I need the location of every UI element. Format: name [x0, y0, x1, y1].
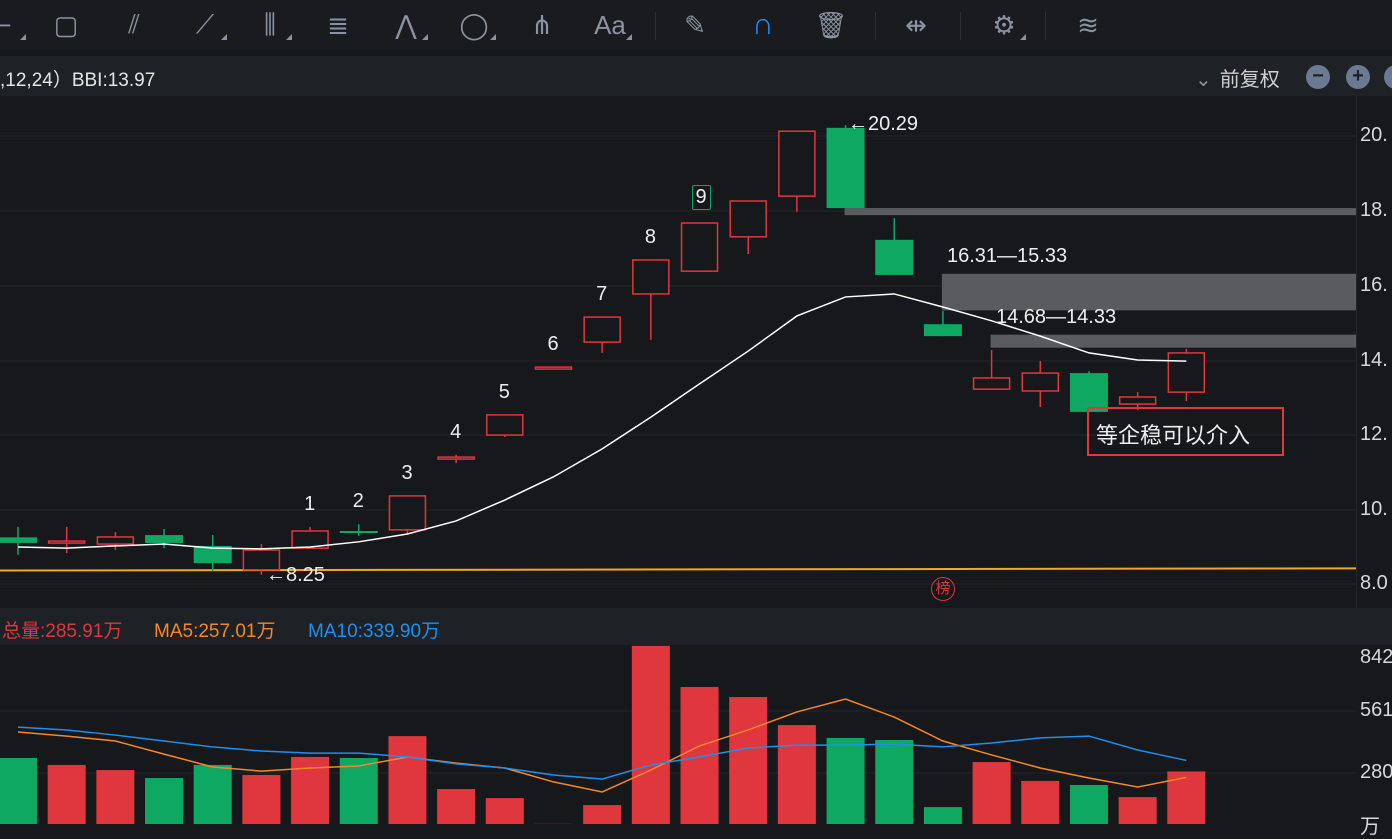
axis-divider: [1356, 96, 1357, 608]
candle-body: [0, 537, 37, 543]
sequence-count: 1: [304, 493, 315, 516]
ma10-volume: MA10:339.90万: [308, 616, 440, 643]
volume-bar: [729, 697, 767, 824]
candle-body: [682, 223, 718, 271]
candle-body: [924, 324, 962, 336]
low-label: ←8.25: [266, 564, 325, 587]
volume-bar: [1070, 785, 1108, 824]
volume-bar: [486, 798, 524, 824]
candle-body: [535, 367, 571, 369]
volume-tick: 842: [1360, 646, 1392, 669]
volume-bar: [0, 758, 37, 824]
sequence-count: 7: [596, 283, 607, 306]
price-tick: 10.: [1360, 498, 1388, 521]
volume-tick: 280: [1360, 761, 1392, 784]
volume-bar: [340, 758, 378, 824]
price-tick: 12.: [1360, 423, 1388, 446]
sequence-count: 6: [547, 333, 558, 356]
volume-bar: [242, 775, 280, 824]
total-volume: 总量:285.91万: [2, 616, 122, 643]
volume-bar: [875, 740, 913, 824]
volume-bar: [681, 687, 719, 824]
candle-body: [145, 535, 183, 543]
candle-body: [438, 457, 474, 459]
candle-body: [97, 537, 133, 544]
candle-body: [340, 531, 378, 533]
sequence-count: 9: [692, 185, 711, 210]
candle-body: [974, 378, 1010, 389]
resistance-zone: [942, 274, 1356, 311]
candle-body: [1120, 397, 1156, 404]
volume-bar: [973, 762, 1011, 824]
candle-body: [49, 541, 85, 543]
sequence-count: 3: [401, 462, 412, 485]
candle-body: [584, 317, 620, 342]
note-annotation[interactable]: 等企稳可以介入: [1087, 407, 1284, 456]
sequence-count: 5: [499, 381, 510, 404]
volume-bar: [778, 725, 816, 824]
resistance-zone: [991, 335, 1356, 348]
candle-body: [1022, 373, 1058, 391]
candle-body: [389, 496, 425, 530]
volume-bar: [388, 736, 426, 824]
volume-bar: [48, 765, 86, 824]
price-tick: 8.0: [1360, 572, 1388, 595]
support-line: [0, 568, 1356, 570]
candle-body: [730, 201, 766, 237]
candle-body: [487, 415, 523, 435]
volume-bar: [1021, 781, 1059, 824]
candle-body: [827, 128, 865, 208]
zone1-label: 16.31—15.33: [947, 245, 1067, 268]
candle-body: [633, 260, 669, 294]
volume-bar: [96, 770, 134, 824]
sequence-count: 8: [645, 226, 656, 249]
candle-body: [779, 131, 815, 196]
volume-bar: [437, 789, 475, 824]
sequence-count: 4: [450, 421, 461, 444]
volume-bar: [145, 778, 183, 824]
volume-bar: [827, 738, 865, 824]
volume-bar: [924, 807, 962, 824]
price-tick: 18.: [1360, 199, 1388, 222]
price-tick: 16.: [1360, 274, 1388, 297]
candle-body: [1168, 353, 1204, 392]
zone2-label: 14.68—14.33: [996, 306, 1116, 329]
volume-bar: [194, 765, 232, 824]
sequence-count: 2: [353, 490, 364, 513]
volume-bar: [632, 646, 670, 824]
high-label: ←20.29: [848, 113, 918, 136]
resistance-zone: [845, 208, 1356, 215]
volume-header: 总量:285.91万 MA5:257.01万 MA10:339.90万: [0, 608, 1392, 645]
price-tick: 20.: [1360, 124, 1388, 147]
ma5-volume: MA5:257.01万: [154, 616, 275, 643]
ma10-line: [18, 727, 1186, 779]
volume-tick: 561: [1360, 699, 1392, 722]
candle-body: [875, 240, 913, 275]
volume-bar: [1119, 797, 1157, 824]
volume-bar: [583, 805, 621, 824]
volume-tick: 万: [1360, 810, 1380, 839]
ranking-badge-icon[interactable]: 榜: [931, 577, 955, 601]
ma5-line: [18, 699, 1186, 792]
price-tick: 14.: [1360, 349, 1388, 372]
